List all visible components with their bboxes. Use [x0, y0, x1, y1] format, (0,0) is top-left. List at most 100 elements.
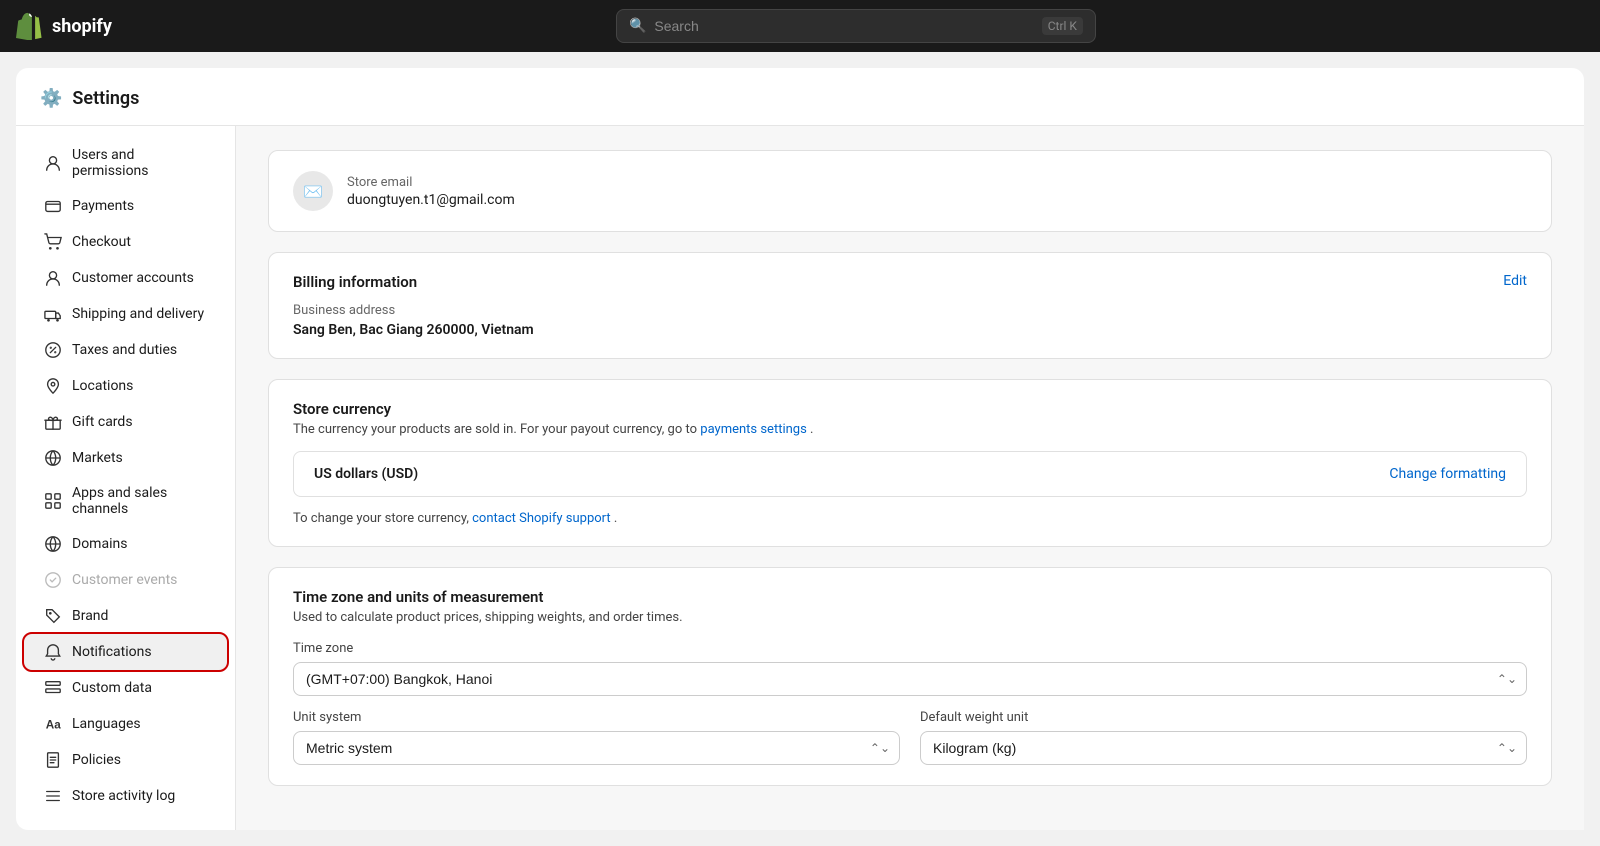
billing-card: Billing information Edit Business addres…	[268, 252, 1552, 359]
unit-system-label: Unit system	[293, 710, 900, 725]
domains-icon	[44, 535, 62, 553]
gift-icon	[44, 413, 62, 431]
languages-icon: Aa	[44, 715, 62, 733]
logo-text: shopify	[52, 16, 112, 37]
sidebar-item-gift-cards[interactable]: Gift cards	[24, 404, 227, 440]
sidebar-item-label-brand: Brand	[72, 608, 108, 624]
settings-body: Users and permissions Payments Checkout Cus…	[16, 126, 1584, 830]
store-email-card: ✉️ Store email duongtuyen.t1@gmail.com	[268, 150, 1552, 232]
store-currency-card: Store currency The currency your product…	[268, 379, 1552, 547]
timezone-label: Time zone	[293, 641, 1527, 656]
billing-section: Billing information Edit Business addres…	[269, 253, 1551, 358]
markets-icon	[44, 449, 62, 467]
sidebar-item-label-locations: Locations	[72, 378, 133, 394]
currency-desc: The currency your products are sold in. …	[293, 422, 1527, 437]
taxes-icon	[44, 341, 62, 359]
sidebar-item-checkout[interactable]: Checkout	[24, 224, 227, 260]
shopify-logo[interactable]: shopify	[16, 12, 112, 40]
policies-icon	[44, 751, 62, 769]
sidebar-item-label-customer-events: Customer events	[72, 572, 177, 588]
billing-edit-link[interactable]: Edit	[1503, 273, 1527, 289]
sidebar-item-locations[interactable]: Locations	[24, 368, 227, 404]
sidebar-item-label-gift-cards: Gift cards	[72, 414, 133, 430]
store-email-value: duongtuyen.t1@gmail.com	[347, 192, 515, 208]
brand-icon	[44, 607, 62, 625]
weight-unit-label: Default weight unit	[920, 710, 1527, 725]
sidebar-item-label-checkout: Checkout	[72, 234, 131, 250]
payments-icon	[44, 197, 62, 215]
units-row: Unit system Metric systemImperial system…	[293, 710, 1527, 765]
sidebar: Users and permissions Payments Checkout Cus…	[16, 126, 236, 830]
sidebar-item-label-shipping-and-delivery: Shipping and delivery	[72, 306, 204, 322]
settings-gear-icon: ⚙️	[40, 88, 62, 109]
store-email-section: ✉️ Store email duongtuyen.t1@gmail.com	[269, 151, 1551, 231]
apps-icon	[44, 492, 62, 510]
activity-icon	[44, 787, 62, 805]
sidebar-item-shipping-and-delivery[interactable]: Shipping and delivery	[24, 296, 227, 332]
sidebar-item-notifications[interactable]: Notifications	[24, 634, 227, 670]
business-address-value: Sang Ben, Bac Giang 260000, Vietnam	[293, 322, 1527, 338]
sidebar-item-label-taxes-and-duties: Taxes and duties	[72, 342, 177, 358]
search-bar[interactable]: 🔍 Ctrl K	[616, 9, 1096, 43]
timezone-select-wrapper[interactable]: (GMT+07:00) Bangkok, Hanoi(GMT+00:00) UT…	[293, 662, 1527, 696]
store-currency-section: Store currency The currency your product…	[269, 380, 1551, 546]
events-icon	[44, 571, 62, 589]
sidebar-item-taxes-and-duties[interactable]: Taxes and duties	[24, 332, 227, 368]
weight-unit-group: Default weight unit Kilogram (kg)Gram (g…	[920, 710, 1527, 765]
sidebar-item-users-and-permissions[interactable]: Users and permissions	[24, 138, 227, 188]
currency-change-note: To change your store currency, contact S…	[293, 511, 1527, 526]
business-address-label: Business address	[293, 303, 1527, 318]
weight-unit-select-wrapper[interactable]: Kilogram (kg)Gram (g)Pound (lb)Ounce (oz…	[920, 731, 1527, 765]
weight-unit-select[interactable]: Kilogram (kg)Gram (g)Pound (lb)Ounce (oz…	[920, 731, 1527, 765]
sidebar-item-customer-accounts[interactable]: Customer accounts	[24, 260, 227, 296]
timezone-desc: Used to calculate product prices, shippi…	[293, 610, 1527, 625]
sidebar-item-label-custom-data: Custom data	[72, 680, 152, 696]
person-icon	[44, 154, 62, 172]
search-shortcut: Ctrl K	[1042, 17, 1083, 35]
settings-container: ⚙️ Settings Users and permissions Payment…	[16, 68, 1584, 830]
email-icon-circle: ✉️	[293, 171, 333, 211]
bell-icon	[44, 643, 62, 661]
contact-shopify-link[interactable]: contact Shopify support	[472, 511, 611, 526]
settings-header: ⚙️ Settings	[16, 68, 1584, 126]
shipping-icon	[44, 305, 62, 323]
sidebar-item-label-markets: Markets	[72, 450, 123, 466]
shopify-logo-icon	[16, 12, 44, 40]
search-icon: 🔍	[629, 18, 646, 34]
sidebar-item-apps-and-sales-channels[interactable]: Apps and sales channels	[24, 476, 227, 526]
unit-system-select-wrapper[interactable]: Metric systemImperial system	[293, 731, 900, 765]
search-input[interactable]	[654, 18, 1033, 34]
sidebar-item-label-notifications: Notifications	[72, 644, 152, 660]
timezone-select[interactable]: (GMT+07:00) Bangkok, Hanoi(GMT+00:00) UT…	[293, 662, 1527, 696]
sidebar-item-markets[interactable]: Markets	[24, 440, 227, 476]
sidebar-item-label-store-activity-log: Store activity log	[72, 788, 175, 804]
sidebar-item-label-domains: Domains	[72, 536, 127, 552]
sidebar-item-languages[interactable]: Aa Languages	[24, 706, 227, 742]
sidebar-item-policies[interactable]: Policies	[24, 742, 227, 778]
cart-icon	[44, 233, 62, 251]
sidebar-item-customer-events[interactable]: Customer events	[24, 562, 227, 598]
custom-data-icon	[44, 679, 62, 697]
billing-title: Billing information	[293, 273, 417, 291]
sidebar-item-payments[interactable]: Payments	[24, 188, 227, 224]
sidebar-item-label-users-and-permissions: Users and permissions	[72, 147, 207, 179]
main-content: ✉️ Store email duongtuyen.t1@gmail.com B…	[236, 126, 1584, 830]
sidebar-item-custom-data[interactable]: Custom data	[24, 670, 227, 706]
sidebar-item-store-activity-log[interactable]: Store activity log	[24, 778, 227, 814]
timezone-card: Time zone and units of measurement Used …	[268, 567, 1552, 786]
timezone-section: Time zone and units of measurement Used …	[269, 568, 1551, 785]
account-icon	[44, 269, 62, 287]
unit-system-select[interactable]: Metric systemImperial system	[293, 731, 900, 765]
topbar: shopify 🔍 Ctrl K	[0, 0, 1600, 52]
change-formatting-link[interactable]: Change formatting	[1389, 466, 1506, 482]
settings-title: Settings	[72, 88, 139, 109]
sidebar-item-brand[interactable]: Brand	[24, 598, 227, 634]
sidebar-item-label-languages: Languages	[72, 716, 141, 732]
sidebar-item-domains[interactable]: Domains	[24, 526, 227, 562]
timezone-title: Time zone and units of measurement	[293, 588, 1527, 606]
currency-title: Store currency	[293, 400, 1527, 418]
payments-settings-link[interactable]: payments settings	[700, 422, 807, 437]
sidebar-item-label-customer-accounts: Customer accounts	[72, 270, 194, 286]
email-icon: ✉️	[303, 182, 323, 201]
unit-system-group: Unit system Metric systemImperial system	[293, 710, 900, 765]
